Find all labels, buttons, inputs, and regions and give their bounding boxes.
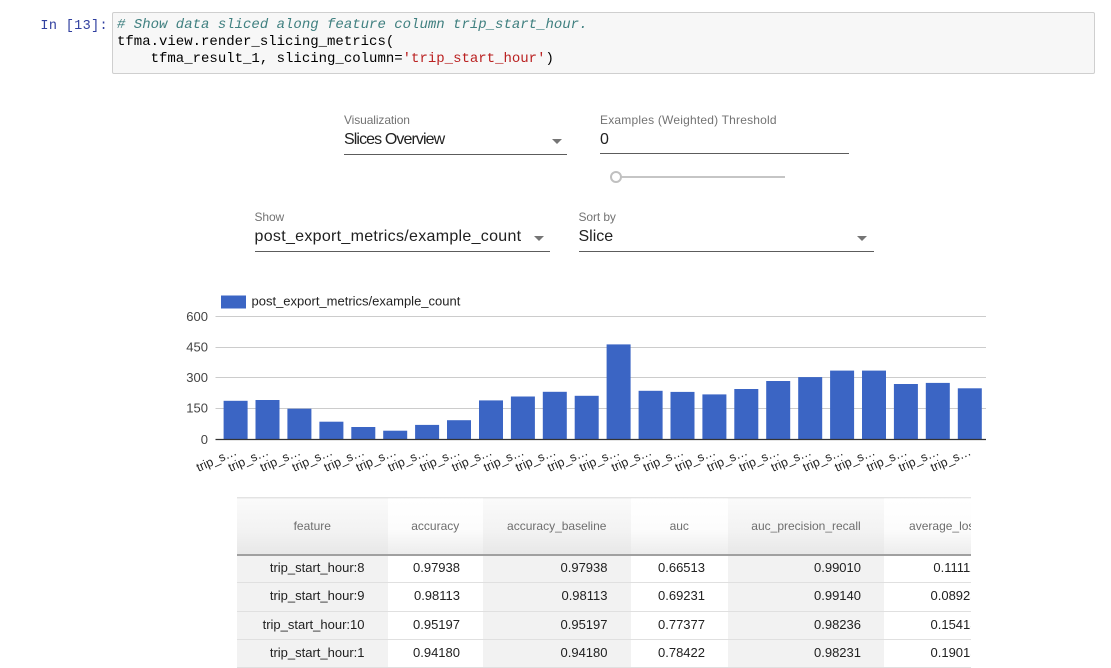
svg-text:600: 600 <box>186 309 208 324</box>
svg-text:0: 0 <box>201 432 208 447</box>
svg-text:300: 300 <box>186 370 208 385</box>
svg-text:450: 450 <box>186 340 208 355</box>
svg-text:post_export_metrics/example_co: post_export_metrics/example_count <box>252 294 461 309</box>
svg-text:150: 150 <box>186 401 208 416</box>
